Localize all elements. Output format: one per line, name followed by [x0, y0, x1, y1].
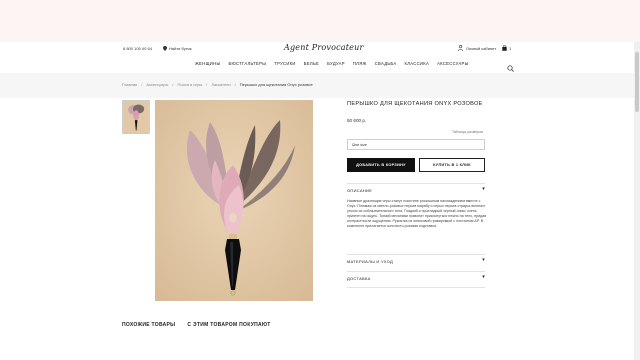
caret-down-icon: ▾ — [482, 257, 485, 263]
size-table-link[interactable]: Таблица размеров — [452, 130, 483, 134]
chevron-down-icon: ⌄ — [352, 142, 356, 147]
promo-banner — [0, 0, 640, 42]
nav-item-classic[interactable]: КЛАССИКА — [404, 61, 429, 66]
breadcrumb-home[interactable]: Главная — [122, 82, 137, 87]
brand-logo[interactable]: Agent Provocateur — [284, 43, 363, 52]
description-accordion[interactable]: ОПИСАНИЕ ▾ — [347, 183, 485, 197]
feather-tickler-image — [155, 100, 313, 301]
phone-number[interactable]: 8 800 100 40 64 — [123, 46, 152, 51]
main-navigation: ЖЕНЩИНЫ БЮСТГАЛЬТЕРЫ ТРУСИКИ БЕЛЬЕ БУДУА… — [0, 58, 640, 72]
nav-item-accessories[interactable]: АКСЕССУАРЫ — [437, 61, 469, 66]
delivery-accordion[interactable]: ДОСТАВКА ▾ — [347, 271, 485, 285]
breadcrumb-separator: / — [141, 82, 143, 87]
breadcrumb-separator: / — [206, 82, 208, 87]
cart-button[interactable]: 1 — [502, 45, 511, 51]
feather-thumbnail-image — [123, 101, 149, 133]
add-to-cart-button[interactable]: ДОБАВИТЬ В КОРЗИНУ — [347, 158, 415, 172]
materials-accordion[interactable]: МАТЕРИАЛЫ И УХОД ▾ — [347, 254, 485, 268]
scrollbar-thumb[interactable] — [635, 52, 639, 112]
breadcrumb-belts-games[interactable]: Пояса и игры — [177, 82, 202, 87]
caret-down-icon: ▾ — [482, 274, 485, 280]
page-scrollbar[interactable] — [634, 42, 640, 360]
nav-item-women[interactable]: ЖЕНЩИНЫ — [195, 61, 220, 66]
product-main-image[interactable] — [155, 100, 313, 301]
product-thumbnail[interactable] — [122, 100, 150, 134]
nav-item-wedding[interactable]: СВАДЬБА — [375, 61, 397, 66]
delivery-label: ДОСТАВКА — [347, 276, 371, 281]
size-select[interactable]: One size ⌄ — [347, 139, 485, 150]
caret-down-icon: ▾ — [482, 186, 485, 192]
buy-one-click-button[interactable]: КУПИТЬ В 1 КЛИК — [419, 158, 485, 172]
user-icon — [458, 45, 463, 51]
store-finder-link[interactable]: Найти бутик — [163, 46, 192, 51]
account-label: Личный кабинет — [466, 45, 497, 51]
breadcrumb-ticklers[interactable]: Ласкатели — [211, 82, 230, 87]
breadcrumb-bar — [0, 73, 640, 98]
product-title: ПЕРЫШКО ДЛЯ ЩЕКОТАНИЯ ONYX РОЗОВОЕ — [347, 101, 483, 107]
top-bar: 8 800 100 40 64 Найти бутик Agent Provoc… — [0, 42, 640, 56]
materials-label: МАТЕРИАЛЫ И УХОД — [347, 259, 393, 264]
related-tabs: ПОХОЖИЕ ТОВАРЫ С ЭТИМ ТОВАРОМ ПОКУПАЮТ — [122, 322, 271, 328]
nav-item-boudoir[interactable]: БУДУАР — [327, 61, 345, 66]
cart-count: 1 — [509, 45, 512, 51]
store-finder-label: Найти бутик — [169, 46, 192, 51]
shopping-bag-icon — [502, 45, 507, 51]
breadcrumb-current: Перышко для щекотания Onyx розовое — [239, 82, 313, 87]
nav-item-briefs[interactable]: ТРУСИКИ — [274, 61, 296, 66]
product-price: 50 600 р. — [347, 118, 367, 123]
nav-menu: ЖЕНЩИНЫ БЮСТГАЛЬТЕРЫ ТРУСИКИ БЕЛЬЕ БУДУА… — [195, 61, 469, 66]
breadcrumb-separator: / — [172, 82, 174, 87]
breadcrumb-separator: / — [234, 82, 236, 87]
account-link[interactable]: Личный кабинет — [458, 45, 496, 51]
search-icon — [507, 65, 514, 72]
description-label: ОПИСАНИЕ — [347, 188, 373, 193]
nav-item-lingerie[interactable]: БЕЛЬЕ — [304, 61, 319, 66]
breadcrumb: Главная / Аксессуары / Пояса и игры / Ла… — [122, 82, 313, 87]
nav-item-bras[interactable]: БЮСТГАЛЬТЕРЫ — [228, 61, 266, 66]
tab-bought-together[interactable]: С ЭТИМ ТОВАРОМ ПОКУПАЮТ — [187, 322, 270, 328]
divider — [347, 287, 485, 289]
breadcrumb-accessories[interactable]: Аксессуары — [146, 82, 168, 87]
location-pin-icon — [163, 46, 167, 51]
tab-similar-products[interactable]: ПОХОЖИЕ ТОВАРЫ — [122, 322, 175, 328]
nav-item-beach[interactable]: ПЛЯЖ — [353, 61, 367, 66]
product-description: Наивные дразнящие игры станут поистине р… — [347, 199, 487, 229]
